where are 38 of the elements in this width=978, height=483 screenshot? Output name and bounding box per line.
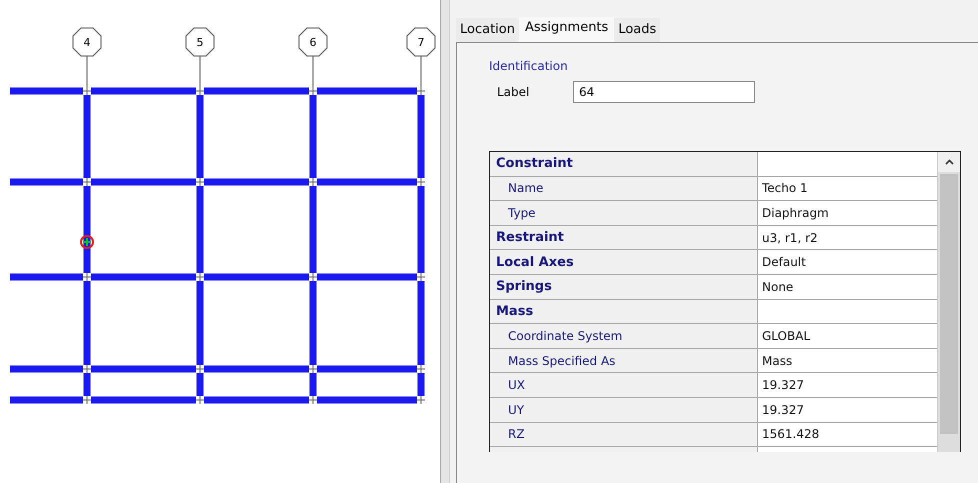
property-value: Mass bbox=[762, 354, 792, 368]
property-name: UY bbox=[507, 402, 524, 417]
grid-bubble: 4 bbox=[72, 28, 102, 56]
field-label: Label bbox=[497, 85, 530, 99]
property-value: Default bbox=[762, 255, 806, 270]
property-name: Coordinate System bbox=[507, 328, 622, 343]
tab[interactable]: Location bbox=[456, 18, 519, 42]
property-value: GLOBAL bbox=[762, 328, 810, 343]
scroll-up-icon[interactable] bbox=[944, 159, 954, 165]
property-name: Restraint bbox=[496, 230, 564, 246]
grid-bubble: 6 bbox=[298, 28, 328, 56]
property-name: Local Axes bbox=[496, 254, 574, 270]
property-name: RZ bbox=[507, 427, 525, 442]
tab[interactable]: Loads bbox=[614, 18, 660, 42]
property-value: 19.327 bbox=[762, 378, 804, 392]
grid-line bbox=[312, 56, 314, 88]
grid-line bbox=[86, 56, 88, 88]
property-value: 19.327 bbox=[762, 402, 804, 417]
label-field[interactable]: 64 bbox=[573, 81, 755, 103]
property-name: Type bbox=[507, 206, 536, 220]
property-value: None bbox=[762, 280, 794, 294]
property-name: Mass Specified As bbox=[507, 354, 616, 368]
selected-joint-icon[interactable] bbox=[80, 235, 94, 249]
property-name: Name bbox=[507, 181, 544, 196]
property-name: Constraint bbox=[496, 156, 573, 172]
scrollbar[interactable] bbox=[937, 152, 960, 452]
property-name: Springs bbox=[496, 279, 552, 294]
property-name: UX bbox=[507, 378, 526, 392]
tab[interactable]: Assignments bbox=[518, 17, 614, 43]
property-name: Mass bbox=[496, 304, 534, 319]
grid-line bbox=[420, 56, 422, 88]
section-title: Identification bbox=[489, 59, 568, 73]
grid-bubble: 5 bbox=[186, 28, 214, 56]
property-value: Techo 1 bbox=[762, 181, 808, 196]
property-value: Diaphragm bbox=[762, 206, 829, 220]
grid-bubble: 7 bbox=[406, 28, 436, 56]
property-value: 1561.428 bbox=[762, 427, 820, 442]
property-value: u3, r1, r2 bbox=[762, 230, 818, 245]
